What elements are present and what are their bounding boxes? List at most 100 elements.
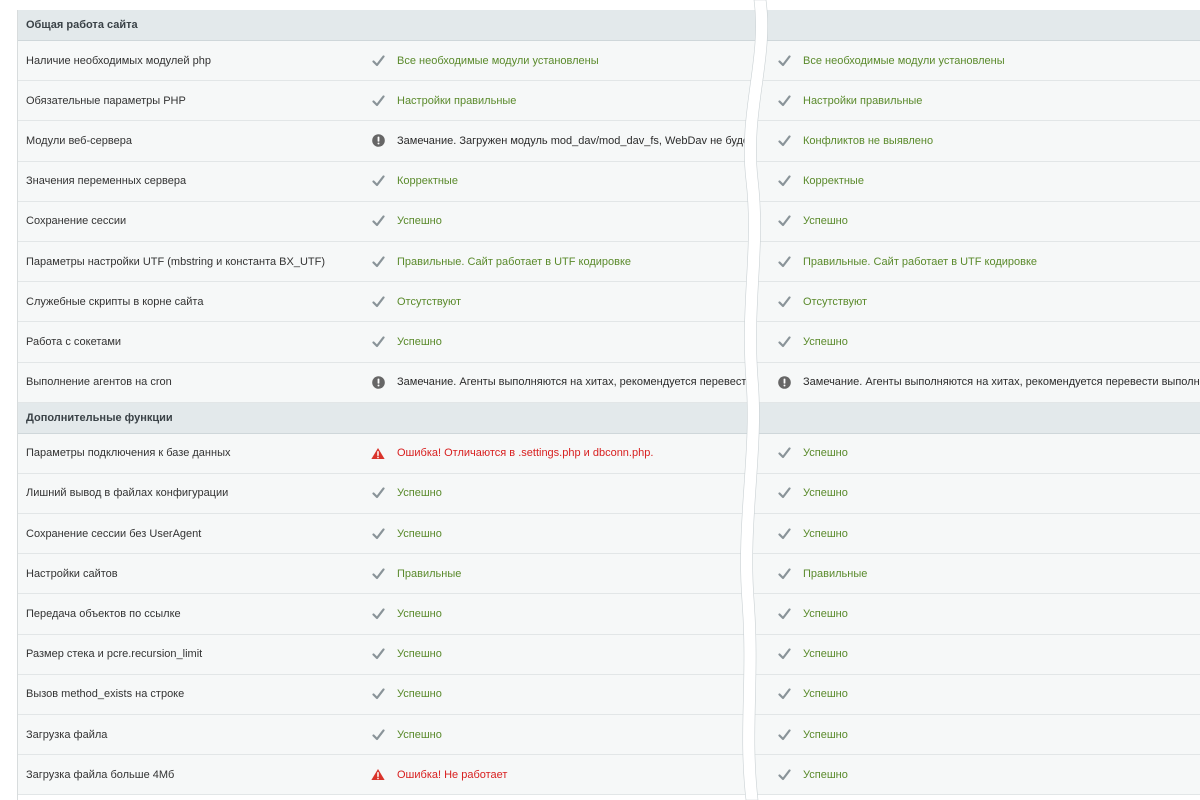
check-row: Успешно xyxy=(753,715,1200,756)
check-result: Успешно xyxy=(371,728,442,742)
check-row: Конфликтов не выявлено xyxy=(753,121,1200,162)
checkmark-icon xyxy=(371,647,385,661)
check-name: Лишний вывод в файлах конфигурации xyxy=(26,487,229,500)
checkmark-icon xyxy=(371,728,385,742)
check-row: Успешно xyxy=(753,755,1200,796)
check-row: Успешно xyxy=(753,433,1200,474)
check-result: Успешно xyxy=(777,486,848,500)
checkmark-icon xyxy=(777,174,791,188)
check-result-text: Настройки правильные xyxy=(803,94,923,107)
check-row: Загрузка файла Успешно xyxy=(18,715,754,756)
check-result-text: Корректные xyxy=(803,175,864,188)
checkmark-icon xyxy=(371,335,385,349)
site-check-panel-left: Общая работа сайта Наличие необходимых мо… xyxy=(17,10,754,800)
checkmark-icon xyxy=(777,607,791,621)
check-result: Успешно xyxy=(777,647,848,661)
check-result-text: Настройки правильные xyxy=(397,94,517,107)
check-result-text: Успешно xyxy=(803,768,848,781)
check-row: Успешно xyxy=(753,514,1200,555)
checkmark-icon xyxy=(777,647,791,661)
checkmark-icon xyxy=(777,527,791,541)
check-result: Успешно xyxy=(777,607,848,621)
check-row: Успешно xyxy=(753,674,1200,715)
check-result: Успешно xyxy=(777,687,848,701)
check-name: Сохранение сессии без UserAgent xyxy=(26,527,202,540)
check-result-text: Успешно xyxy=(803,487,848,500)
check-row: Правильные xyxy=(753,554,1200,595)
check-row: Успешно xyxy=(753,201,1200,242)
check-result-text: Правильные xyxy=(803,567,868,580)
check-row: Сохранение сессии без UserAgent Успешно xyxy=(18,514,754,555)
check-row: Все необходимые модули установлены xyxy=(753,41,1200,82)
checkmark-icon xyxy=(777,768,791,782)
site-check-panel-right: Все необходимые модули установлены Настро… xyxy=(753,10,1200,800)
check-result-text: Замечание. Загружен модуль mod_dav/mod_d… xyxy=(397,134,754,147)
check-row: Настройки сайтов Правильные xyxy=(18,554,754,595)
checkmark-icon xyxy=(371,486,385,500)
check-result-text: Отсутствуют xyxy=(397,295,462,308)
checkmark-icon xyxy=(371,54,385,68)
check-row: Загрузка файла больше 4Мб Ошибка! Не рабо… xyxy=(18,755,754,796)
checkmark-icon xyxy=(371,255,385,269)
check-result: Правильные xyxy=(371,567,461,581)
check-row: Корректные xyxy=(753,161,1200,202)
check-name: Выполнение агентов на cron xyxy=(26,376,172,389)
check-result: Отсутствуют xyxy=(371,295,461,309)
checkmark-icon xyxy=(371,527,385,541)
check-name: Наличие необходимых модулей php xyxy=(26,54,211,67)
check-row: Сохранение сессии Успешно xyxy=(18,201,754,242)
check-row: Успешно xyxy=(753,594,1200,635)
check-result: Успешно xyxy=(777,768,848,782)
checkmark-icon xyxy=(777,687,791,701)
check-name: Сохранение сессии xyxy=(26,215,127,228)
check-result-text: Замечание. Агенты выполняются на хитах, … xyxy=(397,376,754,389)
check-name: Работа с сокетами xyxy=(26,335,122,348)
check-result-text: Успешно xyxy=(803,215,848,228)
checkmark-icon xyxy=(777,214,791,228)
check-result: Все необходимые модули установлены xyxy=(777,54,1005,68)
check-result-text: Правильные. Сайт работает в UTF кодировк… xyxy=(397,255,632,268)
check-name: Обязательные параметры PHP xyxy=(26,94,186,107)
check-result: Успешно xyxy=(777,527,848,541)
check-result: Успешно xyxy=(371,214,442,228)
check-result: Успешно xyxy=(777,214,848,228)
check-result-text: Конфликтов не выявлено xyxy=(803,134,934,147)
check-result: Корректные xyxy=(777,174,864,188)
check-result-text: Успешно xyxy=(397,648,442,661)
checkmark-icon xyxy=(371,607,385,621)
check-row: Замечание. Агенты выполняются на хитах, … xyxy=(753,362,1200,403)
check-result: Замечание. Агенты выполняются на хитах, … xyxy=(777,375,1200,389)
check-name: Настройки сайтов xyxy=(26,567,118,580)
check-result: Успешно xyxy=(371,647,442,661)
check-name: Размер стека и pcre.recursion_limit xyxy=(26,648,203,661)
check-result: Успешно xyxy=(371,607,442,621)
check-row: Настройки правильные xyxy=(753,81,1200,122)
section-title: Дополнительные функции xyxy=(26,411,173,424)
check-row: Обязательные параметры PHP Настройки прав… xyxy=(18,81,754,122)
checkmark-icon xyxy=(777,728,791,742)
check-result: Все необходимые модули установлены xyxy=(371,54,599,68)
check-result-text: Успешно xyxy=(397,608,442,621)
checkmark-icon xyxy=(777,567,791,581)
check-row: Правильные. Сайт работает в UTF кодировк… xyxy=(753,241,1200,283)
check-result-text: Успешно xyxy=(397,728,442,741)
checkmark-icon xyxy=(777,54,791,68)
check-result-text: Успешно xyxy=(803,335,848,348)
check-result: Ошибка! Отличаются в .settings.php и dbc… xyxy=(371,446,653,460)
checkmark-icon xyxy=(371,295,385,309)
check-result-text: Успешно xyxy=(803,728,848,741)
check-row: Успешно xyxy=(753,473,1200,515)
check-result-text: Успешно xyxy=(803,527,848,540)
check-result-text: Ошибка! Отличаются в .settings.php и dbc… xyxy=(397,447,654,460)
checkmark-icon xyxy=(777,255,791,269)
check-row: Работа с сокетами Успешно xyxy=(18,322,754,363)
check-row: Служебные скрипты в корне сайта Отсутству… xyxy=(18,282,754,323)
check-result-text: Отсутствуют xyxy=(803,295,868,308)
check-result-text: Все необходимые модули установлены xyxy=(397,54,599,67)
check-result-text: Ошибка! Не работает xyxy=(397,768,508,781)
check-result: Успешно xyxy=(371,687,442,701)
check-name: Значения переменных сервера xyxy=(26,175,187,188)
section-header: Дополнительные функции xyxy=(18,402,754,434)
check-row: Наличие необходимых модулей php Все необх… xyxy=(18,41,754,82)
check-result: Ошибка! Не работает xyxy=(371,768,507,782)
